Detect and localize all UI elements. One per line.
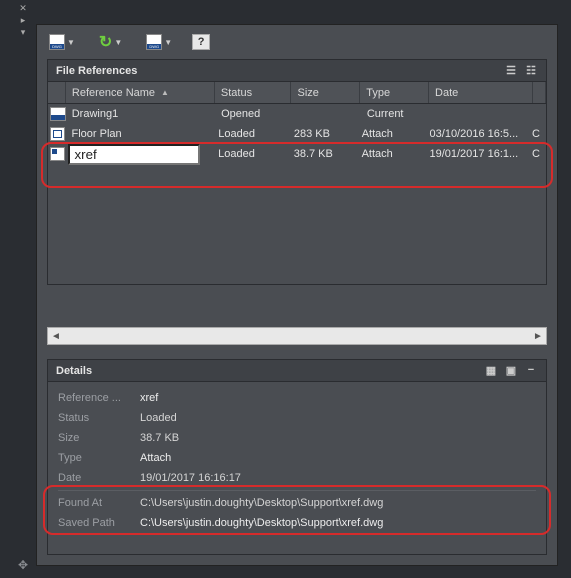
file-references-title: File References bbox=[56, 65, 137, 77]
details-body: Reference ...xref StatusLoaded Size38.7 … bbox=[48, 382, 546, 539]
table-row[interactable]: Loaded 38.7 KB Attach 19/01/2017 16:1...… bbox=[48, 144, 546, 164]
refresh-icon: ↻ bbox=[99, 32, 112, 52]
change-path-button[interactable]: ▼ bbox=[142, 31, 176, 53]
sort-asc-icon: ▲ bbox=[161, 88, 169, 97]
file-references-header: File References ☰ ☷ bbox=[48, 60, 546, 82]
detail-label: Date bbox=[58, 472, 140, 484]
xref-panel: ▼ ↻▼ ▼ ? File References ☰ ☷ Reference N… bbox=[36, 24, 558, 566]
col-size[interactable]: Size bbox=[291, 82, 360, 103]
list-view-icon[interactable]: ☰ bbox=[504, 64, 518, 78]
ref-size: 38.7 KB bbox=[288, 148, 356, 160]
detail-label: Type bbox=[58, 452, 140, 464]
column-headers: Reference Name▲ Status Size Type Date bbox=[48, 82, 546, 104]
ref-type: Attach bbox=[356, 128, 424, 140]
ref-status: Opened bbox=[215, 108, 292, 120]
ref-status: Loaded bbox=[212, 128, 288, 140]
menu-icon[interactable]: ▾ bbox=[18, 28, 28, 38]
refresh-button[interactable]: ↻▼ bbox=[95, 29, 126, 55]
help-button[interactable]: ? bbox=[192, 34, 210, 50]
ref-name: Drawing1 bbox=[66, 108, 215, 120]
details-list-icon[interactable]: ▦ bbox=[484, 364, 498, 378]
detail-label: Saved Path bbox=[58, 517, 140, 529]
col-date[interactable]: Date bbox=[429, 82, 533, 103]
detail-value: Attach bbox=[140, 452, 536, 464]
tree-view-icon[interactable]: ☷ bbox=[524, 64, 538, 78]
details-title: Details bbox=[56, 365, 92, 377]
attach-dwg-button[interactable]: ▼ bbox=[45, 31, 79, 53]
dwg-path-icon bbox=[146, 34, 162, 50]
detail-found-at: C:\Users\justin.doughty\Desktop\Support\… bbox=[140, 497, 536, 509]
ref-status: Loaded bbox=[212, 148, 288, 160]
ref-type: Current bbox=[361, 108, 430, 120]
ref-extra: C bbox=[526, 128, 546, 140]
col-type[interactable]: Type bbox=[360, 82, 429, 103]
dwg-ref-icon bbox=[50, 147, 65, 161]
col-reference-name[interactable]: Reference Name▲ bbox=[66, 82, 215, 103]
ref-date: 03/10/2016 16:5... bbox=[424, 128, 527, 140]
col-status[interactable]: Status bbox=[215, 82, 292, 103]
detail-value: xref bbox=[140, 392, 536, 404]
dwg-ref-icon bbox=[50, 127, 65, 141]
float-icon[interactable]: ▸ bbox=[18, 16, 28, 26]
chevron-down-icon: ▼ bbox=[67, 38, 75, 47]
detail-label: Reference ... bbox=[58, 392, 140, 404]
detail-saved-path: C:\Users\justin.doughty\Desktop\Support\… bbox=[140, 517, 536, 529]
close-icon[interactable]: ✕ bbox=[18, 4, 28, 14]
chevron-down-icon: ▼ bbox=[114, 38, 122, 47]
collapse-icon[interactable]: − bbox=[524, 364, 538, 378]
ref-size: 283 KB bbox=[288, 128, 356, 140]
detail-label: Size bbox=[58, 432, 140, 444]
table-row[interactable]: Drawing1 Opened Current bbox=[48, 104, 546, 124]
ref-name: Floor Plan bbox=[65, 128, 212, 140]
ref-name-edit-input[interactable] bbox=[68, 144, 200, 165]
detail-value: 38.7 KB bbox=[140, 432, 536, 444]
detail-value: Loaded bbox=[140, 412, 536, 424]
details-header: Details ▦ ▣ − bbox=[48, 360, 546, 382]
panel-title-vertical: EXTERNAL REFERENCES bbox=[0, 415, 2, 558]
horizontal-scrollbar[interactable]: ◄ ► bbox=[47, 327, 547, 345]
dwg-icon bbox=[49, 34, 65, 50]
table-row[interactable]: Floor Plan Loaded 283 KB Attach 03/10/20… bbox=[48, 124, 546, 144]
drawing-icon bbox=[50, 107, 66, 121]
chevron-down-icon: ▼ bbox=[164, 38, 172, 47]
ref-date: 19/01/2017 16:1... bbox=[423, 148, 526, 160]
detail-label: Status bbox=[58, 412, 140, 424]
detail-value: 19/01/2017 16:16:17 bbox=[140, 472, 536, 484]
scroll-right-icon[interactable]: ► bbox=[530, 331, 546, 342]
window-controls: ✕ ▸ ▾ bbox=[18, 4, 28, 38]
detail-label: Found At bbox=[58, 497, 140, 509]
ref-type: Attach bbox=[356, 148, 424, 160]
pin-icon[interactable]: ✥ bbox=[18, 558, 28, 572]
details-preview-icon[interactable]: ▣ bbox=[504, 364, 518, 378]
scroll-left-icon[interactable]: ◄ bbox=[48, 331, 64, 342]
toolbar: ▼ ↻▼ ▼ ? bbox=[37, 25, 557, 59]
ref-extra: C bbox=[526, 148, 546, 160]
